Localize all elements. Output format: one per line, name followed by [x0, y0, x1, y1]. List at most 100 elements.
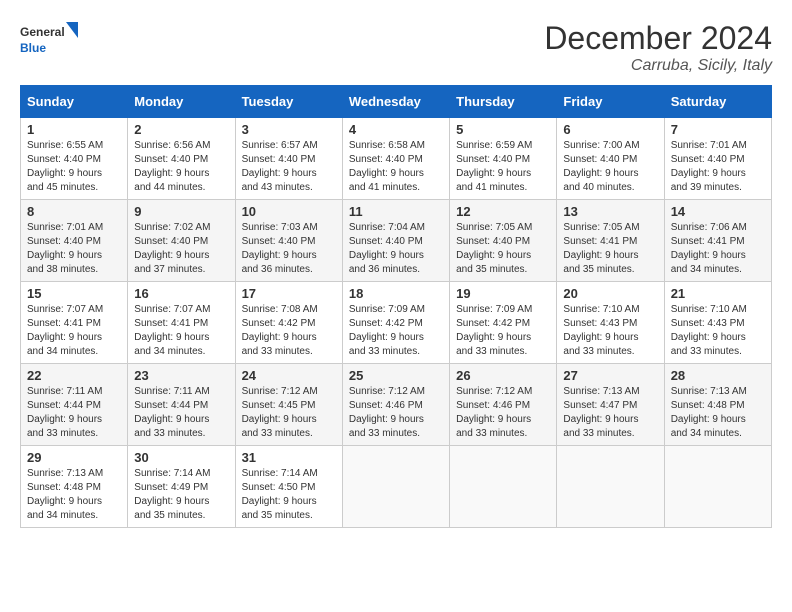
day-info: Sunrise: 6:59 AMSunset: 4:40 PMDaylight:… [456, 139, 550, 195]
table-row: 3 Sunrise: 6:57 AMSunset: 4:40 PMDaylight… [235, 118, 342, 200]
day-number: 5 [456, 122, 550, 137]
day-number: 31 [242, 450, 336, 465]
day-number: 20 [563, 286, 657, 301]
svg-text:Blue: Blue [20, 41, 46, 55]
day-info: Sunrise: 7:10 AMSunset: 4:43 PMDaylight:… [563, 303, 657, 359]
day-info: Sunrise: 7:07 AMSunset: 4:41 PMDaylight:… [134, 303, 228, 359]
table-row: 15 Sunrise: 7:07 AMSunset: 4:41 PMDayligh… [21, 282, 128, 364]
day-number: 1 [27, 122, 121, 137]
month-year-title: December 2024 [544, 20, 772, 57]
table-row: 31 Sunrise: 7:14 AMSunset: 4:50 PMDayligh… [235, 446, 342, 528]
day-number: 11 [349, 204, 443, 219]
header-wednesday: Wednesday [342, 86, 449, 118]
day-number: 15 [27, 286, 121, 301]
day-number: 6 [563, 122, 657, 137]
day-number: 25 [349, 368, 443, 383]
day-info: Sunrise: 7:09 AMSunset: 4:42 PMDaylight:… [349, 303, 443, 359]
day-number: 28 [671, 368, 765, 383]
day-info: Sunrise: 7:13 AMSunset: 4:48 PMDaylight:… [671, 385, 765, 441]
table-row: 4 Sunrise: 6:58 AMSunset: 4:40 PMDaylight… [342, 118, 449, 200]
day-info: Sunrise: 7:14 AMSunset: 4:50 PMDaylight:… [242, 467, 336, 523]
svg-text:General: General [20, 25, 65, 39]
table-row: 30 Sunrise: 7:14 AMSunset: 4:49 PMDayligh… [128, 446, 235, 528]
day-info: Sunrise: 7:13 AMSunset: 4:48 PMDaylight:… [27, 467, 121, 523]
day-info: Sunrise: 7:07 AMSunset: 4:41 PMDaylight:… [27, 303, 121, 359]
day-info: Sunrise: 7:05 AMSunset: 4:40 PMDaylight:… [456, 221, 550, 277]
table-row: 6Sunrise: 7:00 AMSunset: 4:40 PMDaylight… [557, 118, 664, 200]
day-number: 24 [242, 368, 336, 383]
day-info: Sunrise: 6:58 AMSunset: 4:40 PMDaylight:… [349, 139, 443, 195]
table-row: 11 Sunrise: 7:04 AMSunset: 4:40 PMDayligh… [342, 200, 449, 282]
day-number: 23 [134, 368, 228, 383]
logo-svg: General Blue [20, 20, 80, 60]
day-number: 4 [349, 122, 443, 137]
header-tuesday: Tuesday [235, 86, 342, 118]
day-number: 21 [671, 286, 765, 301]
day-number: 22 [27, 368, 121, 383]
table-row: 29Sunrise: 7:13 AMSunset: 4:48 PMDayligh… [21, 446, 128, 528]
day-info: Sunrise: 6:55 AMSunset: 4:40 PMDaylight:… [27, 139, 121, 195]
table-row: 7Sunrise: 7:01 AMSunset: 4:40 PMDaylight… [664, 118, 771, 200]
day-info: Sunrise: 7:04 AMSunset: 4:40 PMDaylight:… [349, 221, 443, 277]
table-row: 26 Sunrise: 7:12 AMSunset: 4:46 PMDayligh… [450, 364, 557, 446]
header-monday: Monday [128, 86, 235, 118]
calendar-header-row: Sunday Monday Tuesday Wednesday Thursday… [21, 86, 772, 118]
calendar-week-row: 15 Sunrise: 7:07 AMSunset: 4:41 PMDayligh… [21, 282, 772, 364]
table-row: 2Sunrise: 6:56 AMSunset: 4:40 PMDaylight… [128, 118, 235, 200]
table-row: 14Sunrise: 7:06 AMSunset: 4:41 PMDayligh… [664, 200, 771, 282]
day-number: 8 [27, 204, 121, 219]
table-row: 24 Sunrise: 7:12 AMSunset: 4:45 PMDayligh… [235, 364, 342, 446]
day-number: 13 [563, 204, 657, 219]
day-info: Sunrise: 7:12 AMSunset: 4:46 PMDaylight:… [349, 385, 443, 441]
day-info: Sunrise: 7:01 AMSunset: 4:40 PMDaylight:… [27, 221, 121, 277]
day-number: 17 [242, 286, 336, 301]
header-thursday: Thursday [450, 86, 557, 118]
day-info: Sunrise: 6:57 AMSunset: 4:40 PMDaylight:… [242, 139, 336, 195]
day-number: 3 [242, 122, 336, 137]
day-info: Sunrise: 7:10 AMSunset: 4:43 PMDaylight:… [671, 303, 765, 359]
table-row: 17 Sunrise: 7:08 AMSunset: 4:42 PMDayligh… [235, 282, 342, 364]
day-number: 18 [349, 286, 443, 301]
table-row [557, 446, 664, 528]
page-header: General Blue December 2024 Carruba, Sici… [20, 20, 772, 75]
day-info: Sunrise: 7:08 AMSunset: 4:42 PMDaylight:… [242, 303, 336, 359]
day-info: Sunrise: 7:12 AMSunset: 4:46 PMDaylight:… [456, 385, 550, 441]
day-number: 19 [456, 286, 550, 301]
calendar-week-row: 22 Sunrise: 7:11 AMSunset: 4:44 PMDayligh… [21, 364, 772, 446]
table-row: 5 Sunrise: 6:59 AMSunset: 4:40 PMDaylight… [450, 118, 557, 200]
day-number: 26 [456, 368, 550, 383]
day-info: Sunrise: 7:01 AMSunset: 4:40 PMDaylight:… [671, 139, 765, 195]
day-info: Sunrise: 7:05 AMSunset: 4:41 PMDaylight:… [563, 221, 657, 277]
table-row: 12 Sunrise: 7:05 AMSunset: 4:40 PMDayligh… [450, 200, 557, 282]
day-info: Sunrise: 7:03 AMSunset: 4:40 PMDaylight:… [242, 221, 336, 277]
calendar-week-row: 8 Sunrise: 7:01 AMSunset: 4:40 PMDaylight… [21, 200, 772, 282]
table-row: 9 Sunrise: 7:02 AMSunset: 4:40 PMDaylight… [128, 200, 235, 282]
day-number: 9 [134, 204, 228, 219]
table-row: 10Sunrise: 7:03 AMSunset: 4:40 PMDayligh… [235, 200, 342, 282]
logo: General Blue [20, 20, 80, 60]
calendar-week-row: 1 Sunrise: 6:55 AMSunset: 4:40 PMDaylight… [21, 118, 772, 200]
header-sunday: Sunday [21, 86, 128, 118]
day-info: Sunrise: 7:09 AMSunset: 4:42 PMDaylight:… [456, 303, 550, 359]
table-row: 19 Sunrise: 7:09 AMSunset: 4:42 PMDayligh… [450, 282, 557, 364]
day-number: 30 [134, 450, 228, 465]
calendar-table: Sunday Monday Tuesday Wednesday Thursday… [20, 85, 772, 528]
day-info: Sunrise: 7:11 AMSunset: 4:44 PMDaylight:… [27, 385, 121, 441]
location-subtitle: Carruba, Sicily, Italy [544, 57, 772, 75]
table-row: 23Sunrise: 7:11 AMSunset: 4:44 PMDayligh… [128, 364, 235, 446]
calendar-week-row: 29Sunrise: 7:13 AMSunset: 4:48 PMDayligh… [21, 446, 772, 528]
table-row: 16Sunrise: 7:07 AMSunset: 4:41 PMDayligh… [128, 282, 235, 364]
day-number: 12 [456, 204, 550, 219]
day-info: Sunrise: 7:14 AMSunset: 4:49 PMDaylight:… [134, 467, 228, 523]
day-info: Sunrise: 7:02 AMSunset: 4:40 PMDaylight:… [134, 221, 228, 277]
title-section: December 2024 Carruba, Sicily, Italy [544, 20, 772, 75]
table-row: 27Sunrise: 7:13 AMSunset: 4:47 PMDayligh… [557, 364, 664, 446]
table-row [450, 446, 557, 528]
day-info: Sunrise: 6:56 AMSunset: 4:40 PMDaylight:… [134, 139, 228, 195]
table-row: 18 Sunrise: 7:09 AMSunset: 4:42 PMDayligh… [342, 282, 449, 364]
day-info: Sunrise: 7:12 AMSunset: 4:45 PMDaylight:… [242, 385, 336, 441]
header-friday: Friday [557, 86, 664, 118]
table-row: 25 Sunrise: 7:12 AMSunset: 4:46 PMDayligh… [342, 364, 449, 446]
day-number: 14 [671, 204, 765, 219]
table-row [664, 446, 771, 528]
